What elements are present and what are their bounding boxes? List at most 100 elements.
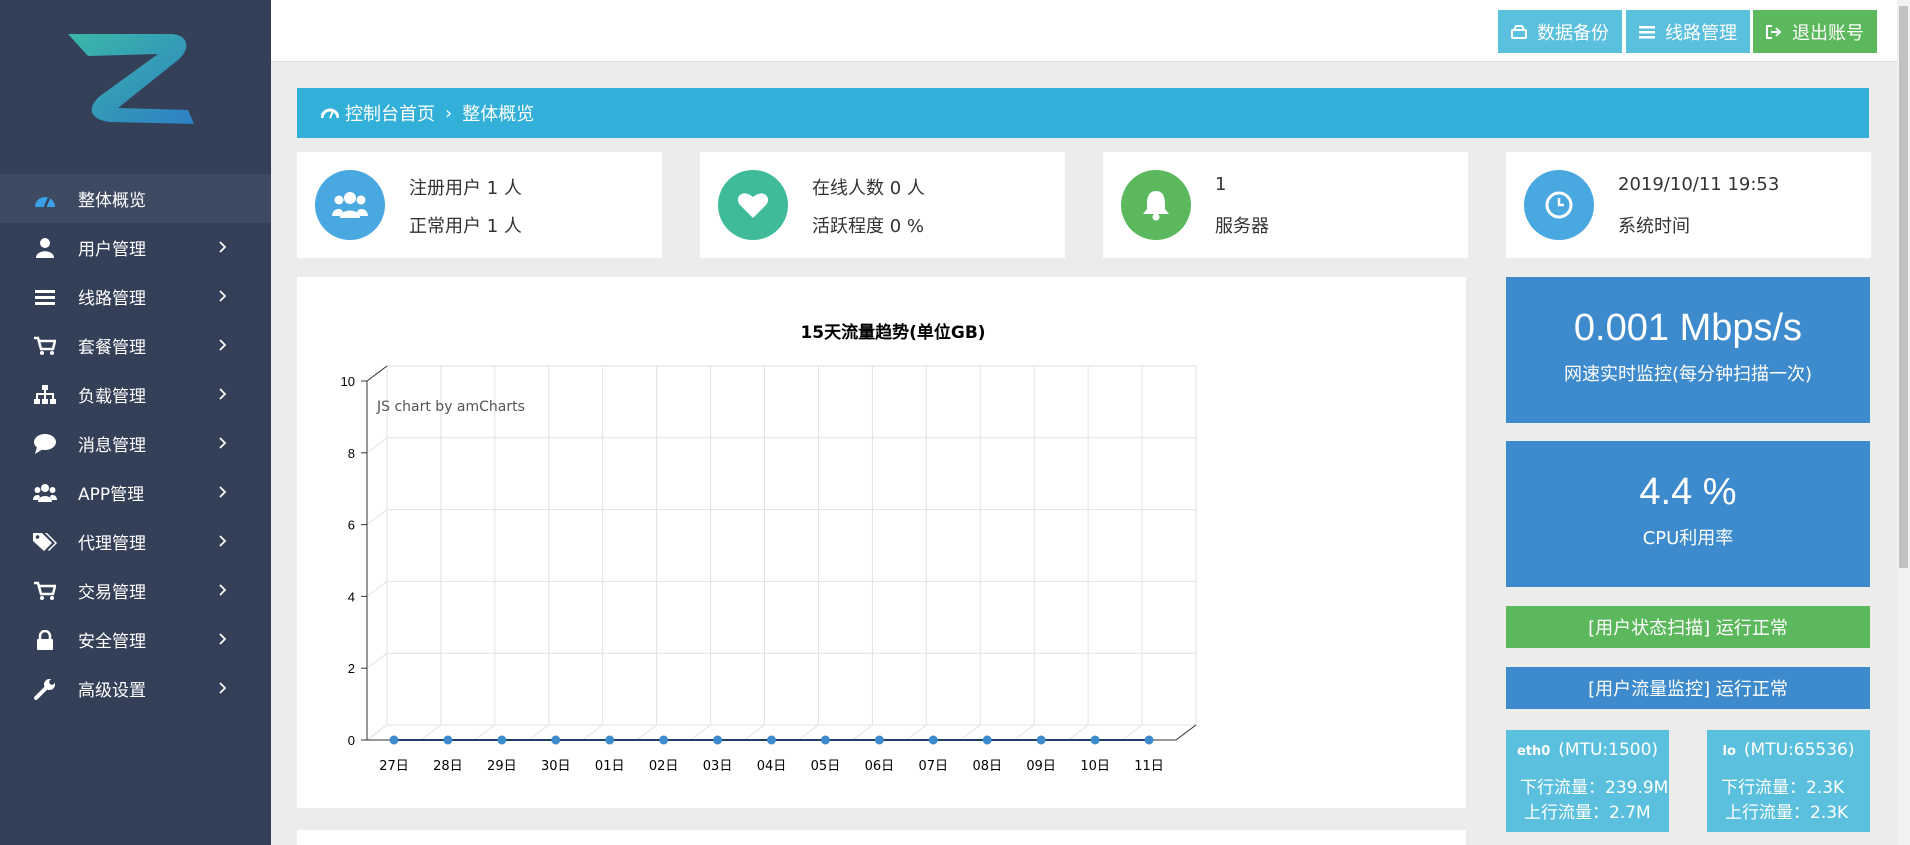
data-point <box>713 735 723 745</box>
data-point <box>389 735 399 745</box>
data-point <box>497 735 507 745</box>
chevron-right-icon <box>219 633 227 645</box>
x-tick-label: 11日 <box>1134 759 1164 774</box>
x-tick-label: 01日 <box>595 759 625 774</box>
system-time-label: 系统时间 <box>1618 216 1690 237</box>
gridline-floor <box>906 724 927 741</box>
data-point <box>874 735 884 745</box>
gridline-floor <box>798 724 819 741</box>
data-point <box>928 735 938 745</box>
chevron-right-icon <box>219 388 227 400</box>
sidebar-item[interactable]: 负载管理 <box>0 370 271 419</box>
online-users-card: 在线人数 0 人 活跃程度 0 % <box>700 152 1065 258</box>
sidebar-item[interactable]: 安全管理 <box>0 615 271 664</box>
dashboard-icon <box>32 186 58 212</box>
cart-icon <box>32 578 58 604</box>
server-count-value: 1 <box>1215 174 1227 195</box>
x-tick-label: 07日 <box>919 759 949 774</box>
registered-users-card: 注册用户 1 人 正常用户 1 人 <box>297 152 662 258</box>
data-point <box>982 735 992 745</box>
logout-button[interactable]: 退出账号 <box>1753 10 1877 53</box>
sidebar-item[interactable]: 高级设置 <box>0 664 271 713</box>
cart-icon <box>32 333 58 359</box>
network-speed-value: 0.001 Mbps/s <box>1573 307 1803 349</box>
online-count-text: 在线人数 0 人 <box>812 178 925 199</box>
sidebar-item[interactable]: 线路管理 <box>0 272 271 321</box>
interface-download: 下行流量：239.9M <box>1520 778 1669 798</box>
gridline-floor <box>420 724 442 741</box>
lock-icon <box>32 627 58 653</box>
clock-icon <box>1524 170 1594 240</box>
interface-lo-box: lo (MTU:65536) 下行流量：2.3K 上行流量：2.3K <box>1707 730 1870 832</box>
sidebar-item[interactable]: 套餐管理 <box>0 321 271 370</box>
comment-icon <box>32 431 58 457</box>
chevron-right-icon <box>219 584 227 596</box>
normal-users-text: 正常用户 1 人 <box>409 216 522 237</box>
breadcrumb-home-link[interactable]: 控制台首页 <box>345 100 435 126</box>
network-speed-box: 0.001 Mbps/s 网速实时监控(每分钟扫描一次) <box>1506 277 1870 423</box>
sidebar-item[interactable]: APP管理 <box>0 468 271 517</box>
data-point <box>767 735 776 745</box>
y-tick-label: 0 <box>348 733 355 748</box>
chevron-right-icon <box>219 339 227 351</box>
gridline-floor <box>636 724 657 741</box>
data-backup-button[interactable]: 数据备份 <box>1498 10 1622 53</box>
traffic-chart: 0 2 4 6 8 10 27日 28日 29日 30日 01日 02日 03日 04日 05日 06日 07日… <box>341 322 1197 774</box>
data-point <box>1090 735 1100 745</box>
cpu-usage-box: 4.4 % CPU利用率 <box>1506 441 1870 587</box>
y-tick-label: 4 <box>348 589 355 604</box>
user-icon <box>32 235 58 261</box>
user-status-scan-bar: [用户状态扫描] 运行正常 <box>1506 606 1870 648</box>
gridline-floor <box>582 724 604 741</box>
users-icon <box>315 170 385 240</box>
data-point <box>443 735 453 745</box>
dashboard-icon <box>321 108 339 119</box>
line-management-button[interactable]: 线路管理 <box>1626 10 1750 53</box>
x-tick-label: 04日 <box>757 759 787 774</box>
heart-icon <box>718 170 788 240</box>
gridline-floor <box>959 724 981 741</box>
page-scrollbar[interactable] <box>1897 0 1910 845</box>
sidebar-item-label: 消息管理 <box>78 436 146 456</box>
gridline-depth <box>366 509 388 526</box>
logo <box>68 34 194 124</box>
sidebar-nav: 整体概览用户管理线路管理套餐管理负载管理消息管理 APP管理 代理管理 交易管理 安全管… <box>0 174 271 713</box>
interface-eth0-box: eth0 (MTU:1500) 下行流量：239.9M 上行流量：2.7M <box>1506 730 1669 832</box>
interface-mtu: (MTU:65536) <box>1743 740 1855 760</box>
scrollbar-thumb[interactable] <box>1899 6 1908 568</box>
gridline-floor <box>1013 724 1035 741</box>
x-tick-label: 27日 <box>379 759 409 774</box>
sidebar-item[interactable]: 整体概览 <box>0 174 271 223</box>
x-tick-label: 06日 <box>865 759 895 774</box>
sidebar-item[interactable]: 交易管理 <box>0 566 271 615</box>
interface-upload: 上行流量：2.3K <box>1725 803 1849 823</box>
line-management-label: 线路管理 <box>1665 22 1737 44</box>
sidebar-item-label: 整体概览 <box>78 191 146 211</box>
gridline-floor <box>690 724 711 741</box>
system-time-card: 2019/10/11 19:53 系统时间 <box>1506 152 1871 258</box>
sidebar: 整体概览用户管理线路管理套餐管理负载管理消息管理 APP管理 代理管理 交易管理 安全管… <box>0 0 271 845</box>
chart-watermark: JS chart by amCharts <box>376 399 525 415</box>
interface-upload: 上行流量：2.7M <box>1524 803 1651 823</box>
y-tick-label: 10 <box>341 374 355 389</box>
sidebar-item[interactable]: 用户管理 <box>0 223 271 272</box>
activity-level-text: 活跃程度 0 % <box>812 216 924 237</box>
sidebar-item[interactable]: 代理管理 <box>0 517 271 566</box>
list-icon <box>32 284 58 310</box>
users-icon <box>32 480 58 506</box>
breadcrumb-separator: › <box>445 102 453 124</box>
chevron-right-icon <box>219 290 227 302</box>
cpu-usage-label: CPU利用率 <box>1642 528 1734 549</box>
registered-users-text: 注册用户 1 人 <box>409 178 522 199</box>
network-speed-label: 网速实时监控(每分钟扫描一次) <box>1563 364 1813 385</box>
sign-out-icon <box>1766 24 1782 39</box>
chevron-right-icon <box>219 486 227 498</box>
chevron-right-icon <box>219 241 227 253</box>
sidebar-item-label: 套餐管理 <box>78 338 146 358</box>
interface-download: 下行流量：2.3K <box>1721 778 1845 798</box>
sidebar-item-label: 用户管理 <box>78 240 146 260</box>
y-axis-depth <box>366 365 388 382</box>
sidebar-item[interactable]: 消息管理 <box>0 419 271 468</box>
logout-label: 退出账号 <box>1792 22 1864 44</box>
x-tick-label: 28日 <box>433 759 463 774</box>
